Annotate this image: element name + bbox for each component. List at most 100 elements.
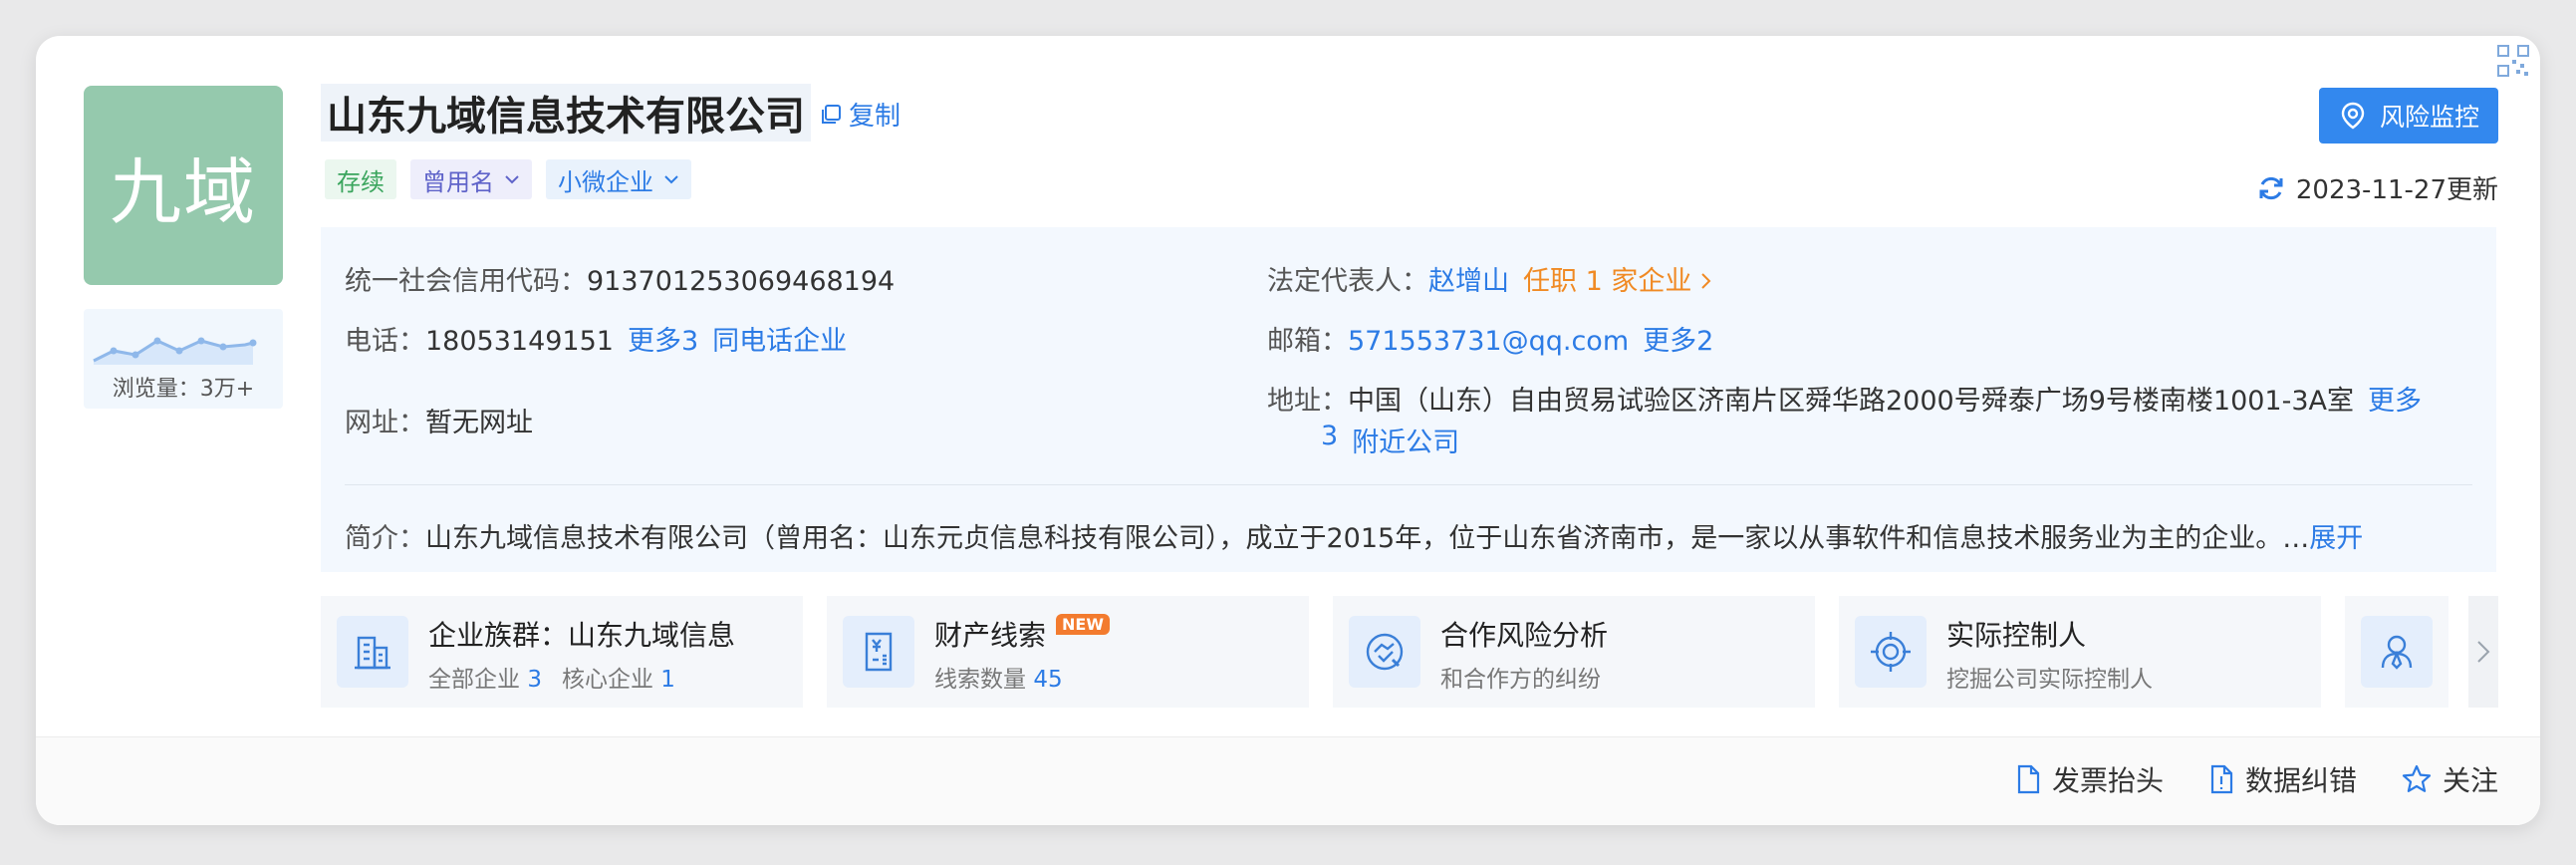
company-logo: 九域 — [84, 86, 283, 285]
info-panel: 统一社会信用代码：913701253069468194 法定代表人：赵增山 任职… — [321, 227, 2496, 572]
legal-rep-jobs-text: 任职 1 家企业 — [1523, 266, 1692, 297]
new-badge: NEW — [1056, 613, 1110, 635]
all-companies-label: 全部企业 — [428, 667, 520, 693]
legal-rep-link[interactable]: 赵增山 — [1428, 266, 1509, 297]
qr-code-icon[interactable] — [2496, 44, 2530, 78]
legal-rep-label: 法定代表人： — [1267, 266, 1428, 297]
status-badge-label: 存续 — [337, 167, 385, 196]
tile-more-partial[interactable] — [2345, 596, 2448, 708]
intro-label: 简介： — [345, 523, 425, 554]
credit-code-label: 统一社会信用代码： — [345, 266, 587, 297]
website-label: 网址： — [345, 408, 425, 438]
risk-monitor-label: 风险监控 — [2379, 103, 2479, 132]
logo-text: 九域 — [109, 149, 257, 234]
core-companies-count[interactable]: 1 — [660, 667, 675, 693]
tile-enterprise-group[interactable]: 企业族群：山东九域信息 全部企业 3 核心企业 1 — [321, 596, 803, 708]
follow-button[interactable]: 关注 — [2401, 759, 2498, 799]
email-more-link[interactable]: 更多2 — [1643, 319, 1713, 358]
footer-bar: 发票抬头 数据纠错 关注 — [36, 736, 2540, 825]
clue-count-label: 线索数量 — [934, 667, 1026, 693]
location-monitor-icon — [2341, 102, 2365, 130]
copy-icon — [822, 104, 841, 124]
invoice-header-label: 发票抬头 — [2051, 764, 2164, 797]
target-icon — [1855, 616, 1927, 688]
company-card: 九域 浏览量：3万+ 山东九域信息技术有限公司 复制 存续 曾用名 小微企业 风… — [36, 36, 2540, 825]
tile-actual-controller[interactable]: 实际控制人 挖掘公司实际控制人 — [1839, 596, 2321, 708]
views-panel: 浏览量：3万+ — [84, 309, 283, 409]
legal-rep-row: 法定代表人：赵增山 任职 1 家企业 — [1267, 259, 1712, 298]
data-correction-button[interactable]: 数据纠错 — [2207, 759, 2357, 799]
address-more-link[interactable]: 更多 — [2368, 379, 2422, 418]
phone-more-link[interactable]: 更多3 — [628, 319, 698, 358]
tile-subtitle: 挖掘公司实际控制人 — [1946, 667, 2153, 693]
correction-doc-icon — [2210, 764, 2233, 794]
former-name-tag[interactable]: 曾用名 — [410, 159, 532, 199]
tile-subtitle: 和合作方的纠纷 — [1440, 667, 1601, 693]
clue-count[interactable]: 45 — [1033, 667, 1062, 693]
website-row: 网址：暂无网址 — [345, 401, 533, 439]
phone-value: 18053149151 — [425, 326, 614, 357]
tile-subtitle: 全部企业 3 核心企业 1 — [428, 660, 695, 694]
address-label: 地址： — [1267, 386, 1348, 417]
status-badge: 存续 — [325, 159, 396, 199]
nearby-companies-link[interactable]: 附近公司 — [1352, 421, 1459, 459]
copy-button[interactable]: 复制 — [819, 96, 901, 133]
intro-text: 山东九域信息技术有限公司（曾用名：山东元贞信息科技有限公司），成立于2015年，… — [425, 523, 2310, 554]
risk-monitor-button[interactable]: 风险监控 — [2319, 88, 2498, 144]
chevron-right-icon — [1701, 273, 1711, 289]
former-name-label: 曾用名 — [422, 167, 494, 196]
property-doc-icon — [843, 616, 914, 688]
invoice-header-button[interactable]: 发票抬头 — [2014, 759, 2164, 799]
follow-label: 关注 — [2442, 764, 2498, 797]
refresh-icon[interactable] — [2256, 173, 2286, 203]
tile-title: 企业族群：山东九域信息 — [428, 619, 736, 652]
tile-title: 合作风险分析 — [1440, 619, 1609, 652]
handshake-icon — [1349, 616, 1420, 688]
document-icon — [2017, 764, 2040, 794]
info-divider — [345, 484, 2472, 485]
data-correction-label: 数据纠错 — [2244, 764, 2357, 797]
legal-rep-jobs-link[interactable]: 任职 1 家企业 — [1523, 259, 1712, 298]
address-row: 地址：中国（山东）自由贸易试验区济南片区舜华路2000号舜泰广场9号楼南楼100… — [1267, 379, 2422, 418]
phone-label: 电话： — [345, 326, 425, 357]
credit-code-row: 统一社会信用代码：913701253069468194 — [345, 259, 895, 298]
same-phone-link[interactable]: 同电话企业 — [712, 319, 847, 358]
chevron-down-icon — [505, 175, 519, 184]
core-companies-label: 核心企业 — [561, 667, 653, 693]
chevron-down-icon — [664, 175, 678, 184]
status-tags: 存续 曾用名 小微企业 — [325, 159, 691, 199]
website-value: 暂无网址 — [425, 408, 533, 438]
footer-actions: 发票抬头 数据纠错 关注 — [2014, 759, 2498, 799]
update-date: 2023-11-27更新 — [2295, 175, 2498, 205]
intro-row: 简介：山东九域信息技术有限公司（曾用名：山东元贞信息科技有限公司），成立于201… — [345, 516, 2363, 555]
tile-cooperation-risk[interactable]: 合作风险分析 和合作方的纠纷 — [1333, 596, 1815, 708]
star-icon — [2402, 764, 2432, 792]
email-link[interactable]: 571553731@qq.com — [1348, 326, 1629, 357]
person-icon — [2361, 616, 2433, 688]
address-more-count[interactable]: 3 — [1321, 421, 1338, 459]
tile-title-text: 财产线索 — [934, 619, 1047, 652]
update-info: 2023-11-27更新 — [2256, 169, 2498, 206]
views-count: 浏览量：3万+ — [112, 377, 255, 402]
tile-title: 实际控制人 — [1946, 619, 2087, 652]
tile-subtitle: 线索数量 45 — [934, 660, 1083, 694]
intro-expand-link[interactable]: 展开 — [2309, 516, 2363, 555]
tile-title: 财产线索 NEW — [934, 613, 1110, 654]
phone-row: 电话：18053149151 更多3 同电话企业 — [345, 319, 847, 358]
feature-tiles: 企业族群：山东九域信息 全部企业 3 核心企业 1 财产线索 NEW 线索数量 4… — [321, 596, 2448, 708]
company-name: 山东九域信息技术有限公司 — [321, 84, 811, 142]
email-row: 邮箱：571553731@qq.com 更多2 — [1267, 319, 1713, 358]
tiles-next-button[interactable] — [2468, 596, 2498, 708]
credit-code-value: 913701253069468194 — [587, 266, 896, 297]
building-icon — [337, 616, 408, 688]
copy-label: 复制 — [849, 102, 902, 132]
chevron-right-icon — [2477, 641, 2490, 663]
email-label: 邮箱： — [1267, 326, 1348, 357]
address-value: 中国（山东）自由贸易试验区济南片区舜华路2000号舜泰广场9号楼南楼1001-3… — [1348, 386, 2354, 417]
tile-property-clues[interactable]: 财产线索 NEW 线索数量 45 — [827, 596, 1309, 708]
all-companies-count[interactable]: 3 — [527, 667, 542, 693]
views-trend-icon — [93, 337, 257, 365]
enterprise-scale-label: 小微企业 — [558, 167, 653, 196]
address-row-cont: 3 附近公司 — [1321, 421, 1459, 459]
enterprise-scale-tag[interactable]: 小微企业 — [546, 159, 691, 199]
